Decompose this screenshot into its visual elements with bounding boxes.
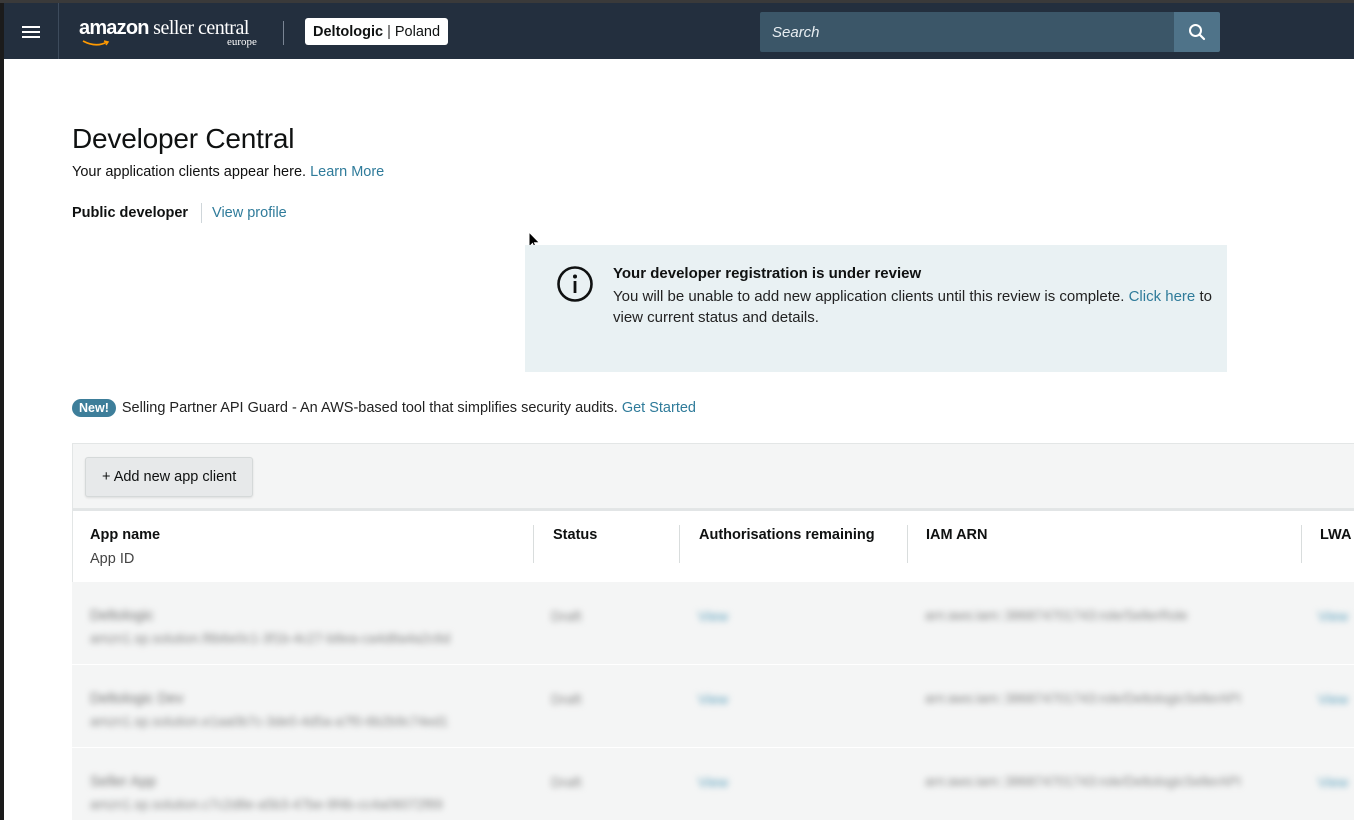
promo-text: Selling Partner API Guard - An AWS-based…	[121, 400, 618, 416]
view-profile-link[interactable]: View profile	[212, 205, 287, 221]
profile-divider	[201, 203, 203, 223]
click-here-link[interactable]: Click here	[1129, 288, 1196, 305]
status-cell: Draft	[551, 774, 582, 790]
lwa-link[interactable]: View	[1318, 774, 1348, 790]
iam-arn-cell: arn:aws:iam::386874701743:role/Deltologi…	[925, 774, 1241, 789]
top-navigation-bar: amazon seller central europe Deltologic …	[0, 3, 1354, 59]
authorisations-link[interactable]: View	[698, 608, 728, 624]
new-badge: New!	[72, 399, 116, 417]
app-id-cell: amzn1.sp.solution.e1aa0b7c-3de0-4d5a-a7f…	[90, 714, 449, 729]
app-id-cell: amzn1.sp.solution.f8b6e0c1-3f1b-4c27-b8e…	[90, 631, 451, 646]
column-header-authorisations[interactable]: Authorisations remaining	[699, 527, 875, 543]
alert-body: You will be unable to add new applicatio…	[613, 286, 1213, 328]
table-row: Deltologic Dev amzn1.sp.solution.e1aa0b7…	[72, 665, 1354, 747]
column-divider[interactable]	[1301, 525, 1302, 563]
account-name: Deltologic	[313, 23, 384, 40]
app-name-cell: Deltologic	[90, 608, 154, 624]
column-divider[interactable]	[533, 525, 534, 563]
column-divider[interactable]	[907, 525, 908, 563]
account-switcher[interactable]: Deltologic | Poland	[305, 18, 449, 45]
alert-body-text: You will be unable to add new applicatio…	[613, 288, 1125, 305]
window-left-edge	[0, 0, 4, 820]
iam-arn-cell: arn:aws:iam::386874701743:role/SellerRol…	[925, 608, 1188, 623]
authorisations-link[interactable]: View	[698, 774, 728, 790]
status-cell: Draft	[551, 691, 582, 707]
table-toolbar: + Add new app client	[72, 443, 1354, 509]
learn-more-link[interactable]: Learn More	[310, 164, 384, 180]
table-row: Deltologic amzn1.sp.solution.f8b6e0c1-3f…	[72, 582, 1354, 664]
info-icon	[557, 266, 593, 302]
table-row: Seller App amzn1.sp.solution.c7c2d8e-a5b…	[72, 748, 1354, 820]
column-subheader-app-id: App ID	[90, 551, 135, 567]
search-input[interactable]	[760, 12, 1174, 52]
search-bar	[760, 12, 1220, 52]
page-subtitle: Your application clients appear here. Le…	[72, 164, 384, 180]
logo-region: europe	[227, 36, 257, 48]
account-marketplace: Poland	[394, 23, 441, 40]
developer-type: Public developer	[72, 205, 189, 221]
lwa-link[interactable]: View	[1318, 608, 1348, 624]
header-divider	[283, 21, 284, 45]
column-header-lwa[interactable]: LWA	[1320, 527, 1351, 543]
window-top-edge	[0, 0, 1354, 3]
lwa-link[interactable]: View	[1318, 691, 1348, 707]
logo-wordmark: amazon seller central	[79, 17, 249, 39]
app-name-cell: Seller App	[90, 774, 157, 790]
iam-arn-cell: arn:aws:iam::386874701743:role/Deltologi…	[925, 691, 1241, 706]
amazon-smile-icon	[82, 40, 110, 46]
hamburger-menu-icon	[22, 24, 40, 38]
subtitle-text: Your application clients appear here.	[72, 164, 307, 180]
column-divider[interactable]	[679, 525, 680, 563]
app-clients-table-body: Deltologic amzn1.sp.solution.f8b6e0c1-3f…	[72, 582, 1354, 820]
app-id-cell: amzn1.sp.solution.c7c2d8e-a5b3-47be-9f4b…	[90, 797, 443, 812]
app-name-cell: Deltologic Dev	[90, 691, 184, 707]
search-button[interactable]	[1174, 12, 1220, 52]
table-header: App name App ID Status Authorisations re…	[72, 509, 1354, 582]
search-icon	[1189, 24, 1206, 41]
column-header-status[interactable]: Status	[553, 527, 597, 543]
status-cell: Draft	[551, 608, 582, 624]
developer-profile-row: Public developer View profile	[72, 203, 287, 223]
page-title: Developer Central	[72, 123, 295, 154]
column-header-app-name[interactable]: App name	[90, 527, 160, 543]
get-started-link[interactable]: Get Started	[622, 400, 696, 416]
add-new-app-client-button[interactable]: + Add new app client	[85, 457, 254, 497]
authorisations-link[interactable]: View	[698, 691, 728, 707]
seller-central-logo[interactable]: amazon seller central europe	[79, 15, 264, 51]
column-header-iam-arn[interactable]: IAM ARN	[926, 527, 987, 543]
alert-title: Your developer registration is under rev…	[613, 265, 922, 282]
api-guard-promo: New! Selling Partner API Guard - An AWS-…	[72, 399, 696, 417]
hamburger-menu-button[interactable]	[4, 3, 59, 59]
account-separator: |	[387, 23, 391, 40]
registration-review-alert: Your developer registration is under rev…	[525, 245, 1227, 372]
